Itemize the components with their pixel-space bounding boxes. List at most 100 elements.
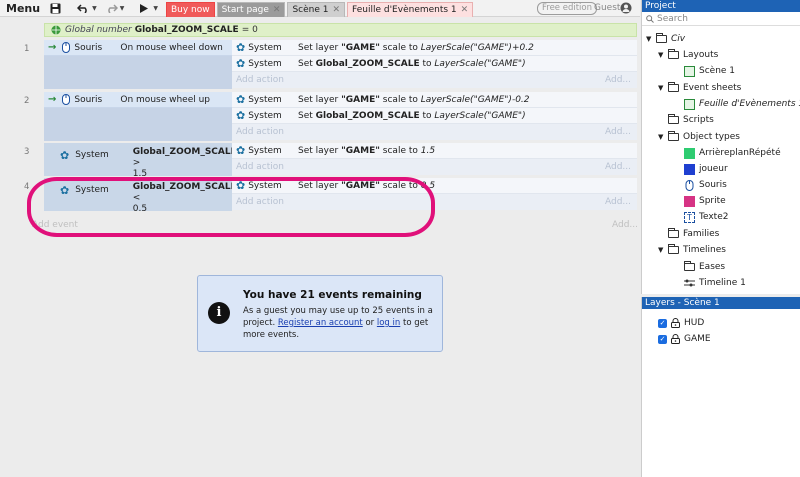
panel-title: Layers - Scène 1 xyxy=(642,297,800,309)
action-object: System xyxy=(248,110,282,121)
add-action-button[interactable]: Add action Add... xyxy=(232,72,637,88)
action-object: System xyxy=(248,42,282,53)
user-icon[interactable] xyxy=(620,2,632,14)
caret-down-icon[interactable]: ▼ xyxy=(646,35,656,43)
layer-name: GAME xyxy=(684,334,711,344)
condition-object: Souris xyxy=(62,42,120,53)
tree-root[interactable]: ▼ Civ xyxy=(646,31,685,47)
object-name: Souris xyxy=(74,94,103,105)
checkbox-checked-icon[interactable]: ✓ xyxy=(658,334,667,344)
tree-eases[interactable]: Eases xyxy=(684,259,725,275)
event-1[interactable]: 1 → Souris On mouse wheel down ✿ System S… xyxy=(24,40,637,89)
global-variable-row[interactable]: Global number Global_ZOOM_SCALE = 0 xyxy=(44,23,637,37)
tree-scripts[interactable]: Scripts xyxy=(668,112,714,128)
action-row[interactable]: ✿ System Set layer "GAME" scale to LayerS… xyxy=(232,92,637,108)
condition-row[interactable]: → Souris On mouse wheel up xyxy=(44,92,232,108)
chevron-down-icon[interactable]: ▼ xyxy=(120,5,125,12)
tree-object[interactable]: T Texte2 xyxy=(684,209,728,225)
lock-icon[interactable] xyxy=(671,318,680,328)
text-icon: T xyxy=(684,211,695,223)
caret-down-icon[interactable]: ▼ xyxy=(658,133,668,141)
action-row[interactable]: ✿ System Set Global_ZOOM_SCALE to LayerSc… xyxy=(232,56,637,72)
register-link[interactable]: Register an account xyxy=(278,318,363,328)
action-block[interactable]: ✿ System Set layer "GAME" scale to LayerS… xyxy=(232,40,637,88)
condition-empty xyxy=(44,108,232,141)
close-icon[interactable]: ✕ xyxy=(273,5,281,15)
global-name: Global_ZOOM_SCALE xyxy=(134,25,239,35)
event-3[interactable]: 3 ✿ System Global_ZOOM_SCALE >1.5 ✿ Syste… xyxy=(24,143,637,179)
event-2[interactable]: 2 → Souris On mouse wheel up ✿ System Set… xyxy=(24,92,637,141)
preview-button[interactable]: ▼ xyxy=(136,0,162,17)
event-sheet[interactable]: Global number Global_ZOOM_SCALE = 0 1 → … xyxy=(0,17,640,477)
folder-icon xyxy=(656,33,667,43)
condition-block[interactable]: → Souris On mouse wheel down xyxy=(44,40,232,89)
tree-sheet[interactable]: Feuille d'Evènements 1 xyxy=(684,96,800,112)
tree-object[interactable]: Sprite xyxy=(684,193,726,209)
tab-scene-1[interactable]: Scène 1 ✕ xyxy=(287,1,346,17)
timeline-icon xyxy=(684,279,695,287)
action-block[interactable]: ✿ System Set layer "GAME" scale to LayerS… xyxy=(232,92,637,140)
layers-panel[interactable]: Layers - Scène 1 ✓ HUD ✓ GAME xyxy=(641,297,800,477)
tree-timeline[interactable]: Timeline 1 xyxy=(684,275,746,291)
condition-row[interactable]: → Souris On mouse wheel down xyxy=(44,40,232,56)
folder-icon xyxy=(668,228,679,238)
redo-button[interactable]: ▼ xyxy=(101,0,129,17)
gear-icon: ✿ xyxy=(236,144,246,157)
caret-down-icon[interactable]: ▼ xyxy=(658,246,668,254)
undo-button[interactable]: ▼ xyxy=(73,0,101,17)
info-icon: i xyxy=(208,302,230,324)
action-row[interactable]: ✿ System Set Global_ZOOM_SCALE to LayerSc… xyxy=(232,108,637,124)
free-edition-badge[interactable]: Free edition xyxy=(537,2,598,15)
tree-timelines[interactable]: ▼ Timelines xyxy=(658,242,726,258)
project-panel[interactable]: Project Search ▼ Civ ▼ Layouts Scène 1 ▼ Ev… xyxy=(641,0,800,294)
close-icon[interactable]: ✕ xyxy=(461,5,469,15)
tree-object[interactable]: joueur xyxy=(684,161,728,177)
guest-label: Guest xyxy=(594,3,621,13)
object-name: Souris xyxy=(74,42,103,53)
layer-row[interactable]: ✓ GAME xyxy=(642,331,800,347)
tree-scene[interactable]: Scène 1 xyxy=(684,63,735,79)
mouse-icon xyxy=(62,94,71,105)
add-action-button[interactable]: Add action Add... xyxy=(232,159,637,175)
tab-buy-now[interactable]: Buy now xyxy=(165,1,215,17)
chevron-down-icon[interactable]: ▼ xyxy=(153,5,158,12)
guest-limit-notice: i You have 21 events remaining As a gues… xyxy=(197,275,443,352)
tab-label: Buy now xyxy=(170,4,210,15)
tab-start-page[interactable]: Start page ✕ xyxy=(216,1,286,17)
caret-down-icon[interactable]: ▼ xyxy=(658,84,668,92)
condition-block[interactable]: → Souris On mouse wheel up xyxy=(44,92,232,141)
action-row[interactable]: ✿ System Set layer "GAME" scale to LayerS… xyxy=(232,40,637,56)
condition-block[interactable]: ✿ System Global_ZOOM_SCALE >1.5 xyxy=(44,143,237,179)
tree-object[interactable]: ArrièreplanRépété xyxy=(684,145,781,161)
layer-row[interactable]: ✓ HUD xyxy=(642,315,800,331)
save-button[interactable] xyxy=(46,0,65,17)
action-block[interactable]: ✿ System Set layer "GAME" scale to 1.5 Ad… xyxy=(232,143,637,175)
close-icon[interactable]: ✕ xyxy=(333,5,341,15)
gear-icon: ✿ xyxy=(236,93,246,106)
event-number: 3 xyxy=(24,147,30,157)
condition-text: On mouse wheel up xyxy=(120,94,211,105)
action-row[interactable]: ✿ System Set layer "GAME" scale to 1.5 xyxy=(232,143,637,159)
tab-label: Start page xyxy=(221,4,269,15)
chevron-down-icon[interactable]: ▼ xyxy=(92,5,97,12)
add-more-button[interactable]: Add... xyxy=(612,220,638,230)
tab-event-sheet[interactable]: Feuille d'Evènements 1 ✕ xyxy=(347,1,474,17)
tree-object-types[interactable]: ▼ Object types xyxy=(658,129,740,145)
trigger-arrow-icon: → xyxy=(48,42,57,53)
tree-object[interactable]: Souris xyxy=(684,177,727,193)
add-action-button[interactable]: Add action Add... xyxy=(232,124,637,140)
tree-layouts[interactable]: ▼ Layouts xyxy=(658,47,718,63)
checkbox-checked-icon[interactable]: ✓ xyxy=(658,318,667,328)
login-link[interactable]: log in xyxy=(377,318,400,328)
layout-icon xyxy=(684,65,695,77)
tree-families[interactable]: Families xyxy=(668,226,719,242)
caret-down-icon[interactable]: ▼ xyxy=(658,51,668,59)
menu-button[interactable]: Menu xyxy=(0,0,46,17)
condition-row[interactable]: ✿ System Global_ZOOM_SCALE >1.5 xyxy=(44,143,237,180)
action-object: System xyxy=(248,58,282,69)
lock-icon[interactable] xyxy=(671,334,680,344)
redo-icon xyxy=(107,3,118,13)
tree-event-sheets[interactable]: ▼ Event sheets xyxy=(658,80,741,96)
search-input[interactable]: Search xyxy=(642,12,800,26)
play-icon xyxy=(140,3,149,13)
